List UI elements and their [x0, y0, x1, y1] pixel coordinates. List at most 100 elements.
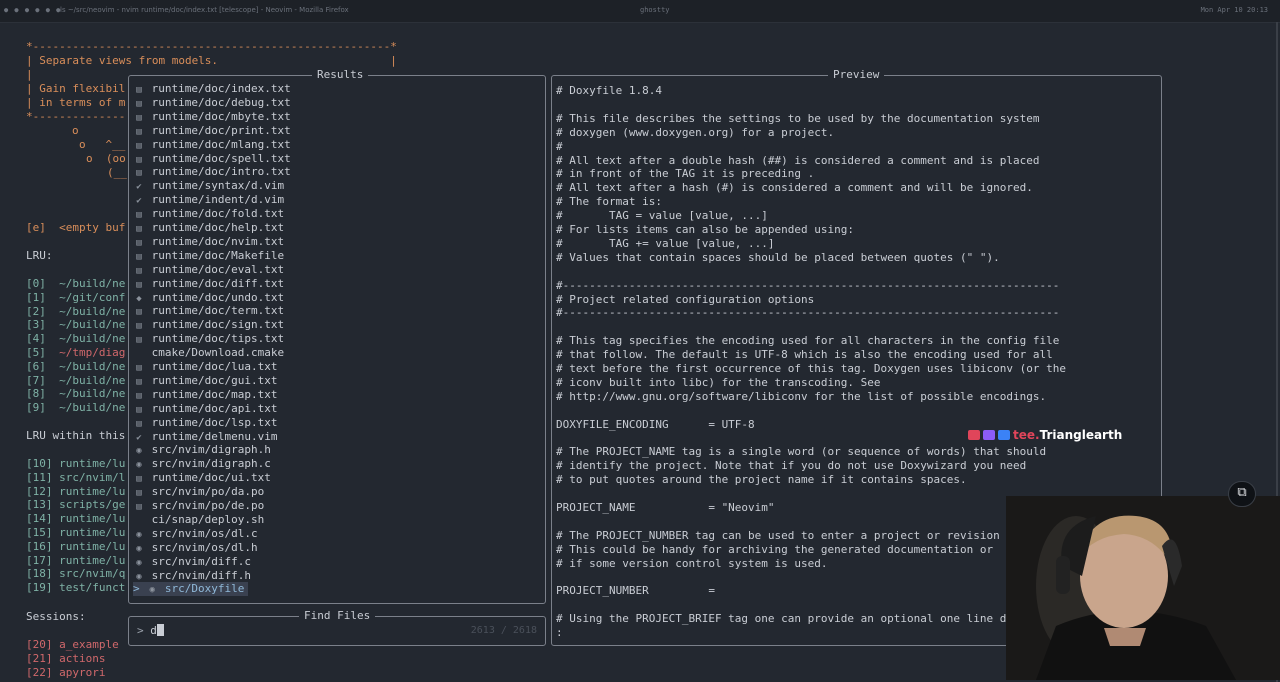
result-item[interactable]: ▤ runtime/doc/intro.txt: [133, 165, 290, 179]
result-item[interactable]: ◉ src/nvim/os/dl.h: [133, 541, 257, 555]
lru-item[interactable]: [1] ~/git/conf: [26, 291, 125, 305]
lru-item[interactable]: [8] ~/build/ne: [26, 387, 125, 401]
result-item[interactable]: ✔ runtime/indent/d.vim: [133, 193, 284, 207]
lru-index: [8]: [26, 387, 46, 401]
result-item[interactable]: ◉ src/nvim/digraph.c: [133, 457, 271, 471]
result-item[interactable]: ▤ runtime/doc/print.txt: [133, 124, 290, 138]
lru-item[interactable]: [9] ~/build/ne: [26, 401, 125, 415]
result-item[interactable]: ▤ runtime/doc/lsp.txt: [133, 416, 277, 430]
preview-line: # Project related configuration options: [556, 292, 815, 306]
txt-icon: ▤: [136, 224, 142, 234]
txt-icon: ▤: [136, 265, 142, 276]
preview-line: DOXYFILE_ENCODING = UTF-8: [556, 417, 755, 431]
result-item[interactable]: ✔ runtime/syntax/d.vim: [133, 179, 284, 193]
preview-title: Preview: [828, 69, 885, 81]
picture-in-picture-icon[interactable]: ⧉: [1228, 481, 1256, 507]
lru-within-item[interactable]: [19] test/funct: [26, 581, 125, 595]
lru-index: [17]: [26, 553, 53, 567]
session-index: [22]: [26, 666, 53, 679]
result-item[interactable]: ✔ runtime/delmenu.vim: [133, 430, 277, 444]
lru-item[interactable]: [6] ~/build/ne: [26, 360, 125, 374]
c-header-icon: ◉: [136, 571, 142, 582]
result-item[interactable]: ▤ runtime/doc/lua.txt: [133, 360, 277, 374]
lru-item[interactable]: [2] ~/build/ne: [26, 305, 125, 319]
lru-within-item[interactable]: [12] runtime/lu: [26, 485, 125, 499]
lru-within-item[interactable]: [17] runtime/lu: [26, 554, 125, 568]
txt-icon: ▤: [136, 210, 142, 221]
result-item[interactable]: ◉ src/nvim/diff.h: [133, 569, 251, 583]
result-path: src/Doxyfile: [164, 582, 245, 596]
result-item[interactable]: ▤ runtime/doc/diff.txt: [133, 277, 284, 291]
result-item[interactable]: ▤ runtime/doc/mbyte.txt: [133, 110, 290, 124]
session-item[interactable]: [21] actions: [26, 652, 105, 666]
lru-within-item[interactable]: [15] runtime/lu: [26, 526, 125, 540]
results-panel: Results ▤ runtime/doc/index.txt ▤ runtime…: [128, 69, 546, 604]
result-path: src/nvim/po/da.po: [151, 485, 265, 499]
result-item[interactable]: cmake/Download.cmake: [133, 346, 284, 360]
lru-path: ~/build/ne: [59, 359, 126, 373]
lru-within-item[interactable]: [18] src/nvim/q: [26, 567, 125, 581]
result-item[interactable]: ▤ src/nvim/po/de.po: [133, 499, 264, 513]
result-item[interactable]: ▤ runtime/doc/Makefile: [133, 249, 284, 263]
txt-icon: ▤: [136, 390, 142, 401]
result-item[interactable]: ▤ runtime/doc/ui.txt: [133, 471, 271, 485]
txt-icon: ▤: [136, 363, 142, 373]
lru-within-item[interactable]: [14] runtime/lu: [26, 512, 125, 526]
lru-index: [4]: [26, 332, 46, 346]
result-item[interactable]: ▤ runtime/doc/help.txt: [133, 221, 284, 235]
result-item[interactable]: ▤ runtime/doc/api.txt: [133, 402, 277, 416]
lru-within-item[interactable]: [11] src/nvim/l: [26, 471, 125, 485]
result-item[interactable]: ▤ src/nvim/po/da.po: [133, 485, 264, 499]
banner-line: | Gain flexibil: [26, 82, 126, 95]
session-item[interactable]: [20] a_example: [26, 638, 119, 652]
c-header-icon: ◉: [136, 543, 142, 554]
result-item[interactable]: > ◉ src/Doxyfile: [133, 582, 249, 597]
cowsay-art: (__: [107, 166, 127, 179]
lru-item[interactable]: [4] ~/build/ne: [26, 332, 125, 346]
banner-top: *---------------------------------------…: [26, 40, 397, 53]
result-item[interactable]: ▤ runtime/doc/map.txt: [133, 388, 277, 402]
preview-line: :: [556, 626, 563, 640]
prompt-prefix: >: [137, 624, 144, 637]
lru-within-item[interactable]: [13] scripts/ge: [26, 498, 125, 512]
lru-within-item[interactable]: [16] runtime/lu: [26, 540, 125, 554]
result-item[interactable]: ◉ src/nvim/diff.c: [133, 555, 251, 569]
result-item[interactable]: ▤ runtime/doc/term.txt: [133, 304, 284, 318]
session-index: [20]: [26, 638, 53, 651]
file-icon: ◉: [149, 585, 155, 596]
result-item[interactable]: ◉ src/nvim/digraph.h: [133, 443, 271, 457]
result-item[interactable]: ▤ runtime/doc/spell.txt: [133, 152, 290, 166]
empty-buffer-entry[interactable]: [e] <empty buf: [26, 221, 125, 235]
lru-item[interactable]: [0] ~/build/ne: [26, 277, 125, 291]
lru-item[interactable]: [3] ~/build/ne: [26, 318, 125, 332]
result-item[interactable]: ▤ runtime/doc/mlang.txt: [133, 138, 290, 152]
result-item[interactable]: ▤ runtime/doc/eval.txt: [133, 263, 284, 277]
preview-line: # All text after a double hash (##) is c…: [556, 153, 1040, 167]
result-item[interactable]: ▤ runtime/doc/sign.txt: [133, 318, 284, 332]
preview-line: # Values that contain spaces should be p…: [556, 250, 1000, 264]
lru-item[interactable]: [7] ~/build/ne: [26, 374, 125, 388]
result-path: src/nvim/digraph.c: [151, 457, 271, 471]
result-item[interactable]: ▤ runtime/doc/gui.txt: [133, 374, 277, 388]
lru-path: ~/build/ne: [59, 401, 126, 415]
prompt-title: Find Files: [299, 610, 376, 622]
result-item[interactable]: ◉ src/nvim/os/dl.c: [133, 527, 257, 541]
result-item[interactable]: ▤ runtime/doc/tips.txt: [133, 332, 284, 346]
result-item[interactable]: ▤ runtime/doc/debug.txt: [133, 96, 290, 110]
lru-index: [11]: [26, 470, 53, 484]
result-item[interactable]: ▤ runtime/doc/nvim.txt: [133, 235, 284, 249]
txt-icon: ▤: [136, 126, 142, 137]
results-title: Results: [312, 69, 369, 81]
search-input[interactable]: > d: [137, 624, 164, 638]
result-item[interactable]: ▤ runtime/doc/index.txt: [133, 82, 290, 96]
lru-item[interactable]: [5] ~/tmp/diag: [26, 346, 125, 360]
result-item[interactable]: ▤ runtime/doc/fold.txt: [133, 207, 284, 221]
alert-username: Trianglearth: [1039, 428, 1123, 442]
result-item[interactable]: ◆ runtime/doc/undo.txt: [133, 291, 284, 305]
result-item[interactable]: ci/snap/deploy.sh: [133, 513, 265, 527]
session-item[interactable]: [22] apyrori: [26, 666, 105, 680]
preview-line: # The PROJECT_NAME tag is a single word …: [556, 445, 1047, 459]
lru-path: runtime/lu: [59, 484, 126, 498]
result-path: runtime/doc/api.txt: [151, 401, 278, 415]
lru-within-item[interactable]: [10] runtime/lu: [26, 457, 125, 471]
